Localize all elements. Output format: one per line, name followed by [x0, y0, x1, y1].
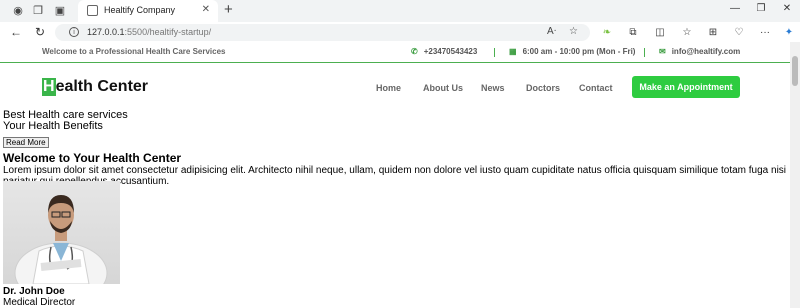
hours-info: ▦ 6:00 am - 10:00 pm (Mon - Fri)	[509, 47, 635, 56]
nav-home[interactable]: Home	[376, 83, 401, 93]
welcome-text: Welcome to a Professional Health Care Se…	[42, 47, 226, 56]
phone-number: +23470543423	[423, 47, 478, 56]
minimize-icon[interactable]: —	[727, 3, 743, 14]
new-tab-icon[interactable]: +	[224, 1, 233, 18]
hero-line-1: Best Health care services	[3, 109, 128, 121]
welcome-title: Welcome to Your Health Center	[3, 151, 182, 165]
calendar-icon: ▦	[509, 47, 517, 56]
divider	[644, 48, 645, 57]
more-icon[interactable]: ···	[758, 26, 772, 40]
email-text[interactable]: info@healtify.com	[672, 47, 741, 56]
heart-shield-icon[interactable]: ♡	[732, 26, 746, 40]
brand-logo-letter: H	[42, 78, 56, 96]
workspaces-icon[interactable]: ❐	[31, 4, 45, 18]
brand-logo[interactable]: Health Center	[42, 78, 148, 98]
read-aloud-icon[interactable]: Aᐧ	[547, 26, 556, 37]
split-screen-icon[interactable]: ◫	[653, 26, 667, 40]
url-host: 127.0.0.1	[87, 27, 125, 37]
url-text[interactable]: 127.0.0.1:5500/healtify-startup/	[87, 27, 211, 37]
refresh-icon[interactable]: ↻	[33, 25, 47, 39]
phone-info: ✆ +23470543423	[411, 47, 477, 56]
tab-title: Healtify Company	[104, 5, 176, 15]
nav-about-us[interactable]: About Us	[423, 83, 463, 93]
nav-doctors[interactable]: Doctors	[526, 83, 560, 93]
browser-tab-bar: ◉ ❐ ▣ Healtify Company ✕ + — ❐ ✕	[0, 0, 800, 22]
maximize-icon[interactable]: ❐	[753, 3, 769, 14]
top-info-bar: Welcome to a Professional Health Care Se…	[0, 42, 790, 63]
back-arrow-icon[interactable]: ←	[9, 25, 23, 39]
profile-icon[interactable]: ◉	[11, 4, 25, 18]
scrollbar-thumb[interactable]	[792, 56, 798, 86]
make-appointment-button[interactable]: Make an Appointment	[632, 76, 740, 98]
brand-logo-text: ealth Center	[55, 78, 149, 95]
read-more-button[interactable]: Read More	[3, 137, 49, 148]
nav-news[interactable]: News	[481, 83, 505, 93]
favorites-icon[interactable]: ☆	[680, 26, 694, 40]
doctor-role: Medical Director	[3, 297, 76, 308]
puzzle-icon[interactable]: ⧉	[626, 26, 640, 40]
doctor-name: Dr. John Doe	[3, 286, 65, 297]
close-window-icon[interactable]: ✕	[779, 3, 795, 14]
tab-actions-icon[interactable]: ▣	[53, 4, 67, 18]
nav-contact[interactable]: Contact	[579, 83, 613, 93]
copilot-icon[interactable]: ✦	[782, 26, 796, 40]
url-field[interactable]: i 127.0.0.1:5500/healtify-startup/ Aᐧ ☆	[55, 24, 590, 41]
close-tab-icon[interactable]: ✕	[202, 4, 210, 15]
url-path: :5500/healtify-startup/	[124, 27, 212, 37]
email-info: ✉ info@healtify.com	[659, 47, 740, 56]
page-favicon-icon	[87, 5, 98, 16]
doctor-photo	[3, 181, 120, 284]
mail-icon: ✉	[659, 47, 666, 56]
collections-icon[interactable]: ⊞	[706, 26, 720, 40]
address-bar-row: ← ↻ i 127.0.0.1:5500/healtify-startup/ A…	[0, 22, 800, 42]
hours-text: 6:00 am - 10:00 pm (Mon - Fri)	[522, 47, 636, 56]
welcome-paragraph: Lorem ipsum dolor sit amet consectetur a…	[3, 165, 787, 187]
favorite-star-icon[interactable]: ☆	[569, 26, 578, 37]
hero-line-2: Your Health Benefits	[3, 120, 103, 132]
site-info-icon[interactable]: i	[69, 27, 79, 37]
page-scrollbar[interactable]	[790, 42, 800, 308]
doctor-illustration	[14, 195, 108, 284]
divider	[494, 48, 495, 57]
leaf-extension-icon[interactable]: ❧	[600, 26, 614, 40]
browser-tab[interactable]: Healtify Company ✕	[78, 0, 218, 22]
main-content: Best Health care services Your Health Be…	[3, 110, 788, 187]
phone-icon: ✆	[411, 47, 418, 56]
